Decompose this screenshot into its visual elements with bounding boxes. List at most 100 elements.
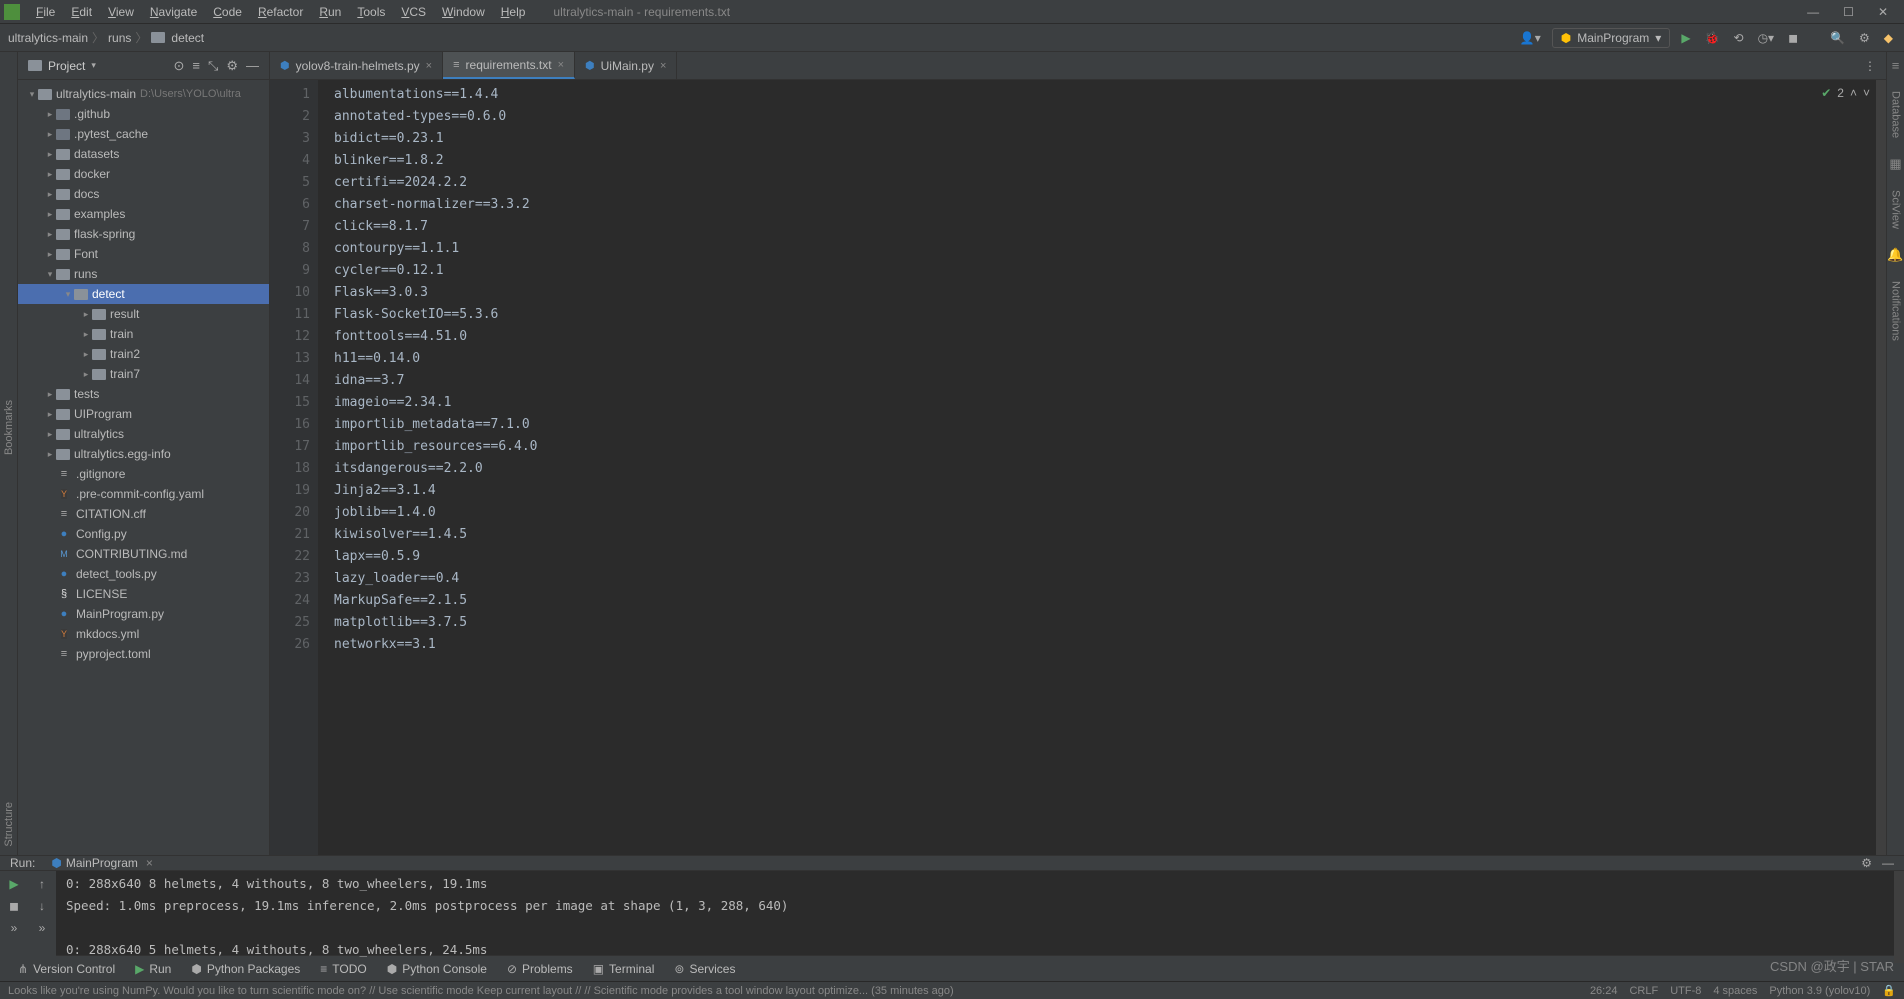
breadcrumb[interactable]: ultralytics-main 〉 runs 〉 detect <box>8 29 204 46</box>
menu-window[interactable]: Window <box>434 5 493 19</box>
expand-all-icon[interactable]: ≡ <box>192 58 200 73</box>
close-icon[interactable]: × <box>426 60 432 72</box>
run-button[interactable]: ▶ <box>1678 31 1693 45</box>
tree-item-flask-spring[interactable]: flask-spring <box>18 224 269 244</box>
menu-view[interactable]: View <box>100 5 142 19</box>
profile-button[interactable]: ◷▾ <box>1755 31 1778 45</box>
breadcrumb-item[interactable]: ultralytics-main <box>8 31 88 45</box>
settings-icon[interactable]: ⚙ <box>1856 31 1873 45</box>
tree-item-contributing-md[interactable]: CONTRIBUTING.md <box>18 544 269 564</box>
maximize-button[interactable]: ☐ <box>1831 5 1866 19</box>
bottom-tab-run[interactable]: ▶Run <box>125 962 181 976</box>
tree-item-docs[interactable]: docs <box>18 184 269 204</box>
bookmarks-stripe[interactable]: Bookmarks <box>3 400 15 455</box>
stop-button[interactable]: ◼ <box>1785 31 1801 45</box>
bottom-tab-services[interactable]: ⊚Services <box>664 962 745 976</box>
sciview-icon[interactable]: ▦ <box>1889 156 1901 172</box>
lock-icon[interactable]: 🔒 <box>1882 984 1896 997</box>
tree-item-citation-cff[interactable]: CITATION.cff <box>18 504 269 524</box>
close-icon[interactable]: × <box>558 59 564 71</box>
down-icon[interactable]: ↓ <box>39 899 45 913</box>
tree-item-uiprogram[interactable]: UIProgram <box>18 404 269 424</box>
tree-item-examples[interactable]: examples <box>18 204 269 224</box>
tree-item-train2[interactable]: train2 <box>18 344 269 364</box>
more-icon[interactable]: » <box>39 921 46 935</box>
structure-stripe[interactable]: Structure <box>3 802 15 847</box>
bottom-tab-python-packages[interactable]: ⬢Python Packages <box>181 962 310 976</box>
rerun-button[interactable]: ▶ <box>9 877 18 891</box>
database-icon[interactable]: ≡ <box>1892 58 1900 73</box>
tree-item--gitignore[interactable]: .gitignore <box>18 464 269 484</box>
run-output[interactable]: 0: 288x640 8 helmets, 4 withouts, 8 two_… <box>56 871 1894 963</box>
bottom-tab-python-console[interactable]: ⬢Python Console <box>377 962 497 976</box>
tree-item--pytest-cache[interactable]: .pytest_cache <box>18 124 269 144</box>
tabs-more[interactable]: ⋮ <box>1854 52 1886 79</box>
up-icon[interactable]: ↑ <box>39 877 45 891</box>
user-icon[interactable]: 👤▾ <box>1517 31 1544 45</box>
gear-icon[interactable]: ⚙ <box>226 58 238 74</box>
tab-requirements-txt[interactable]: ≡requirements.txt× <box>443 52 575 79</box>
tree-item-config-py[interactable]: Config.py <box>18 524 269 544</box>
bottom-tab-problems[interactable]: ⊘Problems <box>497 962 583 976</box>
collapse-all-icon[interactable]: ⤡ <box>208 58 218 74</box>
coverage-button[interactable]: ⟲ <box>1731 31 1747 45</box>
bottom-tab-todo[interactable]: ≡TODO <box>310 962 376 976</box>
tree-item-detect-tools-py[interactable]: detect_tools.py <box>18 564 269 584</box>
tree-item-mkdocs-yml[interactable]: mkdocs.yml <box>18 624 269 644</box>
breadcrumb-item[interactable]: detect <box>171 31 204 45</box>
down-icon[interactable]: ˅ <box>1863 86 1870 100</box>
stop-button[interactable]: ◼ <box>9 899 19 913</box>
tree-root[interactable]: ultralytics-mainD:\Users\YOLO\ultra <box>18 84 269 104</box>
tab-yolov8-train-helmets-py[interactable]: ⬢yolov8-train-helmets.py× <box>270 52 443 79</box>
tree-item-ultralytics-egg-info[interactable]: ultralytics.egg-info <box>18 444 269 464</box>
tree-item--pre-commit-config-yaml[interactable]: .pre-commit-config.yaml <box>18 484 269 504</box>
search-icon[interactable]: 🔍 <box>1827 31 1848 45</box>
tree-item-train[interactable]: train <box>18 324 269 344</box>
tree-item-tests[interactable]: tests <box>18 384 269 404</box>
up-icon[interactable]: ˄ <box>1850 86 1857 100</box>
bottom-tab-version-control[interactable]: ⋔Version Control <box>8 962 125 976</box>
tab-uimain-py[interactable]: ⬢UiMain.py× <box>575 52 677 79</box>
tree-item--github[interactable]: .github <box>18 104 269 124</box>
run-scrollbar[interactable] <box>1894 871 1904 963</box>
menu-run[interactable]: Run <box>311 5 349 19</box>
run-tab[interactable]: ⬢ MainProgram × <box>45 856 159 870</box>
project-tree[interactable]: ultralytics-mainD:\Users\YOLO\ultra.gith… <box>18 80 269 855</box>
tree-item-mainprogram-py[interactable]: MainProgram.py <box>18 604 269 624</box>
tree-item-docker[interactable]: docker <box>18 164 269 184</box>
tree-item-datasets[interactable]: datasets <box>18 144 269 164</box>
tree-item-ultralytics[interactable]: ultralytics <box>18 424 269 444</box>
code-editor[interactable]: albumentations==1.4.4annotated-types==0.… <box>318 80 1876 855</box>
editor-scrollbar[interactable] <box>1876 80 1886 855</box>
more-icon[interactable]: » <box>11 921 18 935</box>
notifications-icon[interactable]: 🔔 <box>1887 247 1903 263</box>
sciview-tab[interactable]: SciView <box>1890 190 1902 229</box>
bottom-tab-terminal[interactable]: ▣Terminal <box>583 962 665 976</box>
menu-tools[interactable]: Tools <box>349 5 393 19</box>
status-interpreter[interactable]: Python 3.9 (yolov10) <box>1769 985 1870 997</box>
chevron-down-icon[interactable]: ▾ <box>91 60 96 71</box>
gear-icon[interactable]: ⚙ <box>1861 856 1872 870</box>
tree-item-result[interactable]: result <box>18 304 269 324</box>
status-message[interactable]: Looks like you're using NumPy. Would you… <box>8 985 954 997</box>
close-icon[interactable]: × <box>146 856 153 870</box>
select-opened-file-icon[interactable]: ⊙ <box>173 58 184 74</box>
notifications-tab[interactable]: Notifications <box>1890 281 1902 341</box>
tree-item-license[interactable]: LICENSE <box>18 584 269 604</box>
inspection-widget[interactable]: ✔ 2 ˄ ˅ <box>1821 86 1870 100</box>
debug-button[interactable]: 🐞 <box>1702 31 1723 45</box>
menu-navigate[interactable]: Navigate <box>142 5 205 19</box>
tree-item-font[interactable]: Font <box>18 244 269 264</box>
menu-code[interactable]: Code <box>205 5 250 19</box>
tree-item-runs[interactable]: runs <box>18 264 269 284</box>
minimize-button[interactable]: — <box>1795 5 1831 19</box>
close-icon[interactable]: × <box>660 60 666 72</box>
status-caret-pos[interactable]: 26:24 <box>1590 985 1618 997</box>
menu-refactor[interactable]: Refactor <box>250 5 311 19</box>
menu-vcs[interactable]: VCS <box>393 5 434 19</box>
hide-icon[interactable]: — <box>246 58 259 73</box>
tree-item-train7[interactable]: train7 <box>18 364 269 384</box>
status-indent[interactable]: 4 spaces <box>1713 985 1757 997</box>
hide-icon[interactable]: — <box>1882 856 1894 870</box>
database-tab[interactable]: Database <box>1890 91 1902 138</box>
